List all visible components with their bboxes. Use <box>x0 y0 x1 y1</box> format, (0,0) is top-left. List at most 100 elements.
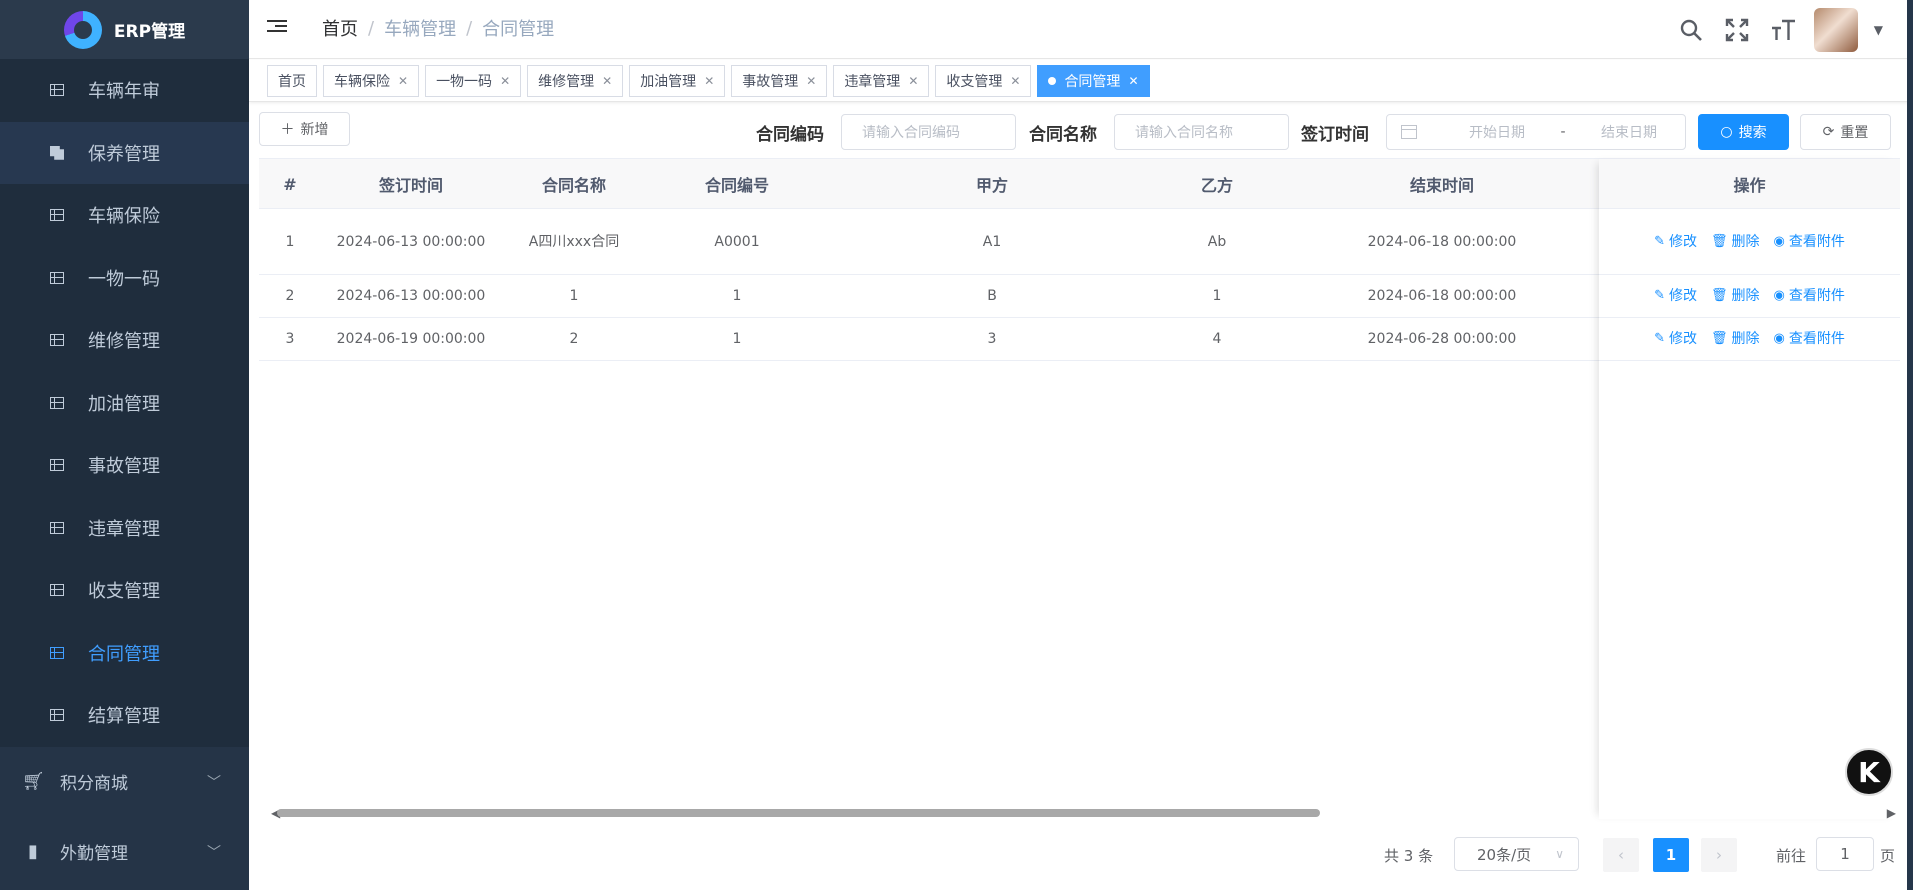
column-header-party-a: 甲方 <box>975 176 1008 195</box>
sidebar-item-label: 车辆保险 <box>88 206 160 228</box>
scrollbar-thumb[interactable] <box>277 809 1320 817</box>
close-icon[interactable]: ✕ <box>1128 74 1138 88</box>
fullscreen-icon[interactable] <box>1722 15 1752 45</box>
tag-one-code[interactable]: 一物一码 ✕ <box>425 64 522 97</box>
close-icon[interactable]: ✕ <box>704 74 714 88</box>
tag-label: 维修管理 <box>538 73 595 90</box>
calendar-icon <box>1401 125 1417 139</box>
tag-label: 收支管理 <box>946 73 1003 90</box>
view-attachment-button[interactable]: ◉ 查看附件 <box>1774 282 1845 310</box>
end-date-input[interactable]: 结束日期 <box>1573 122 1685 142</box>
goto-page-input[interactable]: 1 <box>1816 837 1874 871</box>
sidebar-item-vehicle-inspection[interactable]: 车辆年审 <box>0 59 249 122</box>
cart-icon: 🛒︎ <box>22 771 45 792</box>
contract-name-label: 合同名称 <box>1029 125 1097 145</box>
tag-repair[interactable]: 维修管理 ✕ <box>527 64 624 97</box>
tag-vehicle-insurance[interactable]: 车辆保险 ✕ <box>323 64 420 97</box>
sidebar-item-label: 结算管理 <box>88 706 160 728</box>
sidebar-submenu: 车辆年审 保养管理 车辆保险 一物一码 维修管理 加油管理 事故管理 违章管理 … <box>0 59 249 747</box>
prev-page-button[interactable]: ‹ <box>1603 838 1639 872</box>
add-button[interactable]: ＋ 新增 <box>259 112 350 146</box>
reset-button[interactable]: ⟳ 重置 <box>1800 114 1891 150</box>
sidebar-item-maintenance[interactable]: 保养管理 <box>0 121 249 184</box>
floating-k-badge[interactable]: K <box>1845 748 1893 796</box>
edit-button[interactable]: ✎ 修改 <box>1654 325 1697 353</box>
trash-icon: 🗑︎ <box>1711 233 1728 249</box>
cell-sign-time: 2024-06-13 00:00:00 <box>336 288 486 304</box>
close-icon[interactable]: ✕ <box>500 74 510 88</box>
tag-accident[interactable]: 事故管理 ✕ <box>731 64 828 97</box>
close-icon[interactable]: ✕ <box>908 74 918 88</box>
cell-end-time: 2024-06-28 00:00:00 <box>1367 331 1517 347</box>
search-icon[interactable] <box>1676 15 1706 45</box>
table-icon <box>50 709 64 722</box>
sidebar-item-accident[interactable]: 事故管理 <box>0 434 249 497</box>
sidebar-item-contract[interactable]: 合同管理 <box>0 622 249 685</box>
sidebar-item-label: 违章管理 <box>88 518 160 540</box>
cell-index: 3 <box>285 331 295 347</box>
font-size-icon[interactable] <box>1768 15 1798 45</box>
sign-date-range-picker[interactable]: 开始日期 - 结束日期 <box>1386 114 1686 150</box>
sidebar-item-one-code[interactable]: 一物一码 <box>0 247 249 310</box>
view-attachment-label: 查看附件 <box>1788 288 1845 304</box>
sidebar-item-repair[interactable]: 维修管理 <box>0 309 249 372</box>
document-copy-icon <box>50 145 64 160</box>
view-attachment-button[interactable]: ◉ 查看附件 <box>1774 325 1845 353</box>
breadcrumb-home[interactable]: 首页 <box>322 15 358 41</box>
sign-time-label: 签订时间 <box>1301 125 1369 145</box>
sidebar: ERP管理 车辆年审 保养管理 车辆保险 一物一码 维修管理 加油管理 事故管理… <box>0 0 249 890</box>
chevron-down-icon: ﹀ <box>207 844 221 861</box>
sidebar-item-finance[interactable]: 收支管理 <box>0 559 249 622</box>
sidebar-item-label: 车辆年审 <box>88 81 160 103</box>
sidebar-item-settlement[interactable]: 结算管理 <box>0 684 249 747</box>
next-page-button[interactable]: › <box>1701 838 1737 872</box>
search-button-label: 搜索 <box>1738 125 1767 141</box>
edit-button[interactable]: ✎ 修改 <box>1654 228 1697 256</box>
sidebar-item-vehicle-insurance[interactable]: 车辆保险 <box>0 184 249 247</box>
tag-home[interactable]: 首页 <box>267 64 317 97</box>
delete-button[interactable]: 🗑︎ 删除 <box>1711 228 1760 256</box>
start-date-input[interactable]: 开始日期 <box>1441 122 1553 142</box>
delete-button[interactable]: 🗑︎ 删除 <box>1711 282 1760 310</box>
sidebar-group-field-work[interactable]: ▮ 外勤管理 ﹀ <box>0 816 249 887</box>
horizontal-scrollbar[interactable]: ◀ ▶ <box>259 806 1900 820</box>
cell-contract-no: 1 <box>732 331 742 347</box>
view-attachment-button[interactable]: ◉ 查看附件 <box>1774 228 1845 256</box>
edit-label: 修改 <box>1669 288 1698 304</box>
view-attachment-label: 查看附件 <box>1788 233 1845 250</box>
tag-fuel[interactable]: 加油管理 ✕ <box>629 64 726 97</box>
scroll-right-arrow-icon[interactable]: ▶ <box>1887 806 1896 820</box>
close-icon[interactable]: ✕ <box>602 74 612 88</box>
bar-chart-icon: ▮ <box>28 841 38 862</box>
scrollbar-track <box>273 809 1886 817</box>
column-header-contract-no: 合同编号 <box>704 176 769 195</box>
page-number-button[interactable]: 1 <box>1653 838 1689 872</box>
tag-contract[interactable]: 合同管理 ✕ <box>1037 64 1150 97</box>
close-icon[interactable]: ✕ <box>1010 74 1020 88</box>
contract-code-input[interactable]: 请输入合同编码 <box>841 114 1016 150</box>
sidebar-group-label: 外勤管理 <box>60 844 128 864</box>
cell-end-time: 2024-06-18 00:00:00 <box>1367 233 1517 250</box>
active-dot-icon <box>1048 76 1057 85</box>
sidebar-item-violation[interactable]: 违章管理 <box>0 497 249 560</box>
edit-button[interactable]: ✎ 修改 <box>1654 282 1697 310</box>
search-button[interactable]: ○ 搜索 <box>1698 114 1789 150</box>
contract-name-input[interactable]: 请输入合同名称 <box>1114 114 1289 150</box>
tag-violation[interactable]: 违章管理 ✕ <box>833 64 930 97</box>
page-size-select[interactable]: 20条/页 ∨ <box>1454 837 1579 871</box>
avatar[interactable] <box>1813 7 1858 52</box>
delete-button[interactable]: 🗑︎ 删除 <box>1711 325 1760 353</box>
sidebar-group-points-mall[interactable]: 🛒︎ 积分商城 ﹀ <box>0 746 249 817</box>
edit-icon: ✎ <box>1654 331 1666 346</box>
tag-finance[interactable]: 收支管理 ✕ <box>935 64 1032 97</box>
close-icon[interactable]: ✕ <box>806 74 816 88</box>
refresh-icon: ⟳ <box>1822 124 1835 140</box>
sidebar-item-fuel[interactable]: 加油管理 <box>0 372 249 435</box>
cell-party-b: 4 <box>1212 331 1222 347</box>
caret-down-icon[interactable]: ▼ <box>1874 23 1883 37</box>
sidebar-logo[interactable]: ERP管理 <box>0 0 249 59</box>
delete-label: 删除 <box>1731 331 1760 347</box>
close-icon[interactable]: ✕ <box>398 74 408 88</box>
menu-toggle-icon[interactable] <box>267 17 287 35</box>
breadcrumb: 首页 / 车辆管理 / 合同管理 <box>322 14 554 42</box>
